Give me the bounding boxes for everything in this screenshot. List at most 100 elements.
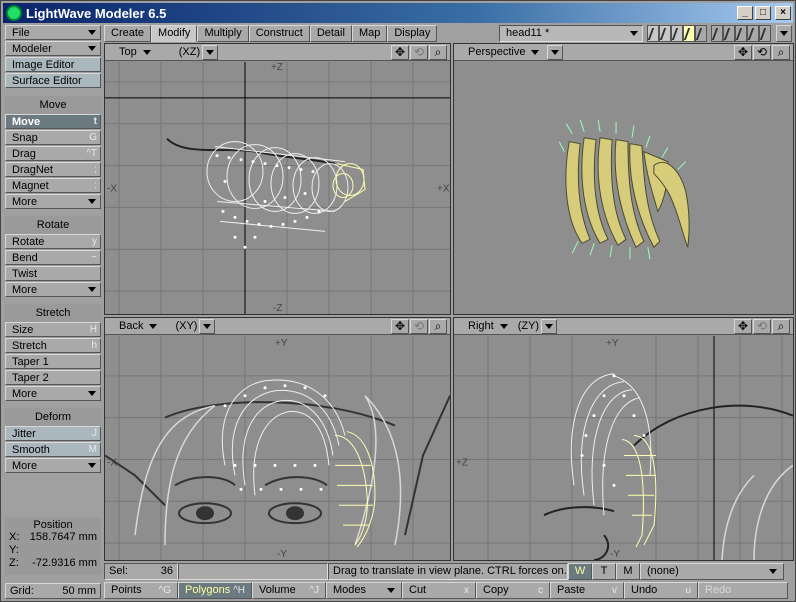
file-menu-button[interactable]: File [5, 25, 101, 40]
minimize-button[interactable]: _ [737, 6, 753, 20]
magnet-label: Magnet [12, 179, 49, 192]
tab-construct[interactable]: Construct [248, 25, 310, 42]
viewport-name[interactable]: Top [105, 45, 151, 60]
view-type-dropdown[interactable] [202, 44, 219, 60]
copy-button[interactable]: Copy c [476, 582, 550, 599]
group-header-deform: Deform [5, 408, 101, 426]
modes-dropdown[interactable]: Modes [326, 582, 402, 599]
taper2-label: Taper 2 [12, 371, 49, 384]
viewport-perspective[interactable]: Perspective ✥ ⟲ ⌕ [453, 43, 794, 315]
viewport-name[interactable]: Back [105, 319, 158, 334]
numeric-field[interactable] [178, 563, 328, 580]
view-type-dropdown[interactable] [541, 318, 558, 334]
image-editor-button[interactable]: Image Editor [5, 57, 101, 72]
smooth-button[interactable]: Smooth M [5, 442, 101, 457]
snap-label: Snap [12, 131, 38, 144]
chevron-down-icon [88, 46, 96, 51]
sel-label: Sel: [109, 565, 128, 577]
chevron-down-icon [630, 31, 638, 36]
layer-button[interactable] [671, 25, 683, 42]
bend-button[interactable]: Bend ~ [5, 250, 101, 265]
stretch-button[interactable]: Stretch h [5, 338, 101, 353]
viewport-top[interactable]: Top (XZ) ✥ ⟲ ⌕ +Z -Z -X +X [104, 43, 451, 315]
points-mode-button[interactable]: Points ^G [104, 582, 178, 599]
rotate-view-icon[interactable]: ⟲ [753, 44, 771, 60]
chevron-down-icon [88, 199, 96, 204]
paste-button[interactable]: Paste v [550, 582, 624, 599]
move-more-button[interactable]: More [5, 194, 101, 209]
axis-label: -Y [277, 549, 287, 560]
stretch-shortcut: h [91, 340, 97, 351]
taper2-button[interactable]: Taper 2 [5, 370, 101, 385]
layer-button[interactable] [735, 25, 747, 42]
layer-button[interactable] [747, 25, 759, 42]
deform-more-button[interactable]: More [5, 458, 101, 473]
group-header-stretch: Stretch [5, 304, 101, 322]
dragnet-button[interactable]: DragNet; [5, 162, 101, 177]
close-button[interactable]: × [775, 6, 791, 20]
more-label: More [12, 459, 38, 472]
texture-toggle[interactable]: T [592, 563, 616, 580]
tab-multiply[interactable]: Multiply [197, 25, 249, 42]
axis-label: +Y [606, 338, 619, 349]
zoom-icon[interactable]: ⌕ [429, 44, 447, 60]
volume-mode-button[interactable]: Volume ^J [252, 582, 326, 599]
tab-detail[interactable]: Detail [309, 25, 352, 42]
magnet-button[interactable]: Magnet: [5, 178, 101, 193]
tab-create[interactable]: Create [104, 25, 152, 42]
tab-display[interactable]: Display [387, 25, 438, 42]
rotate-view-icon[interactable]: ⟲ [753, 318, 771, 334]
zoom-icon[interactable]: ⌕ [772, 318, 790, 334]
surface-editor-button[interactable]: Surface Editor [5, 73, 101, 88]
view-type-dropdown[interactable] [547, 44, 564, 60]
rotate-button[interactable]: Rotate y [5, 234, 101, 249]
layer-button[interactable] [659, 25, 671, 42]
jitter-button[interactable]: Jitter J [5, 426, 101, 441]
drag-button[interactable]: Drag ^T [5, 146, 101, 161]
object-selector[interactable]: head11 * [499, 25, 643, 42]
redo-button[interactable]: Redo [698, 582, 788, 599]
taper1-button[interactable]: Taper 1 [5, 354, 101, 369]
view-type-dropdown[interactable] [199, 318, 216, 334]
layer-button[interactable] [711, 25, 723, 42]
viewport-label: Perspective [468, 45, 526, 58]
selection-count: Sel: 36 [104, 563, 178, 580]
viewport-name[interactable]: Perspective [454, 45, 540, 60]
modeler-menu-button[interactable]: Modeler [5, 41, 101, 56]
zoom-icon[interactable]: ⌕ [429, 318, 447, 334]
undo-button[interactable]: Undo u [624, 582, 698, 599]
zoom-icon[interactable]: ⌕ [772, 44, 790, 60]
layer-button[interactable] [759, 25, 771, 42]
tab-modify[interactable]: Modify [151, 25, 198, 42]
surface-dropdown[interactable]: (none) [640, 563, 784, 580]
pan-icon[interactable]: ✥ [734, 318, 752, 334]
morph-toggle[interactable]: M [616, 563, 640, 580]
viewport-right[interactable]: Right (ZY) ✥ ⟲ ⌕ +Y -Y +Z [453, 317, 794, 561]
tab-map[interactable]: Map [351, 25, 388, 42]
viewport-back[interactable]: Back (XY) ✥ ⟲ ⌕ +Y -Y -X [104, 317, 451, 561]
layer-button[interactable] [723, 25, 735, 42]
rotate-view-icon[interactable]: ⟲ [410, 44, 428, 60]
layer-dropdown-button[interactable] [776, 25, 792, 42]
size-button[interactable]: Size H [5, 322, 101, 337]
chevron-down-icon [387, 588, 395, 593]
twist-button[interactable]: Twist [5, 266, 101, 281]
pan-icon[interactable]: ✥ [734, 44, 752, 60]
layer-button[interactable] [647, 25, 659, 42]
z-value: -72.9316 mm [32, 557, 97, 569]
move-button[interactable]: Move t [5, 114, 101, 129]
layer-button[interactable] [683, 25, 695, 42]
rotate-view-icon[interactable]: ⟲ [410, 318, 428, 334]
pan-icon[interactable]: ✥ [391, 318, 409, 334]
rotate-more-button[interactable]: More [5, 282, 101, 297]
bend-shortcut: ~ [91, 252, 97, 263]
polygons-mode-button[interactable]: Polygons ^H [178, 582, 252, 599]
cut-button[interactable]: Cut x [402, 582, 476, 599]
layer-button[interactable] [695, 25, 707, 42]
maximize-button[interactable]: □ [755, 6, 771, 20]
wireframe-toggle[interactable]: W [568, 563, 592, 580]
stretch-more-button[interactable]: More [5, 386, 101, 401]
viewport-name[interactable]: Right [454, 319, 508, 334]
pan-icon[interactable]: ✥ [391, 44, 409, 60]
snap-button[interactable]: Snap G [5, 130, 101, 145]
